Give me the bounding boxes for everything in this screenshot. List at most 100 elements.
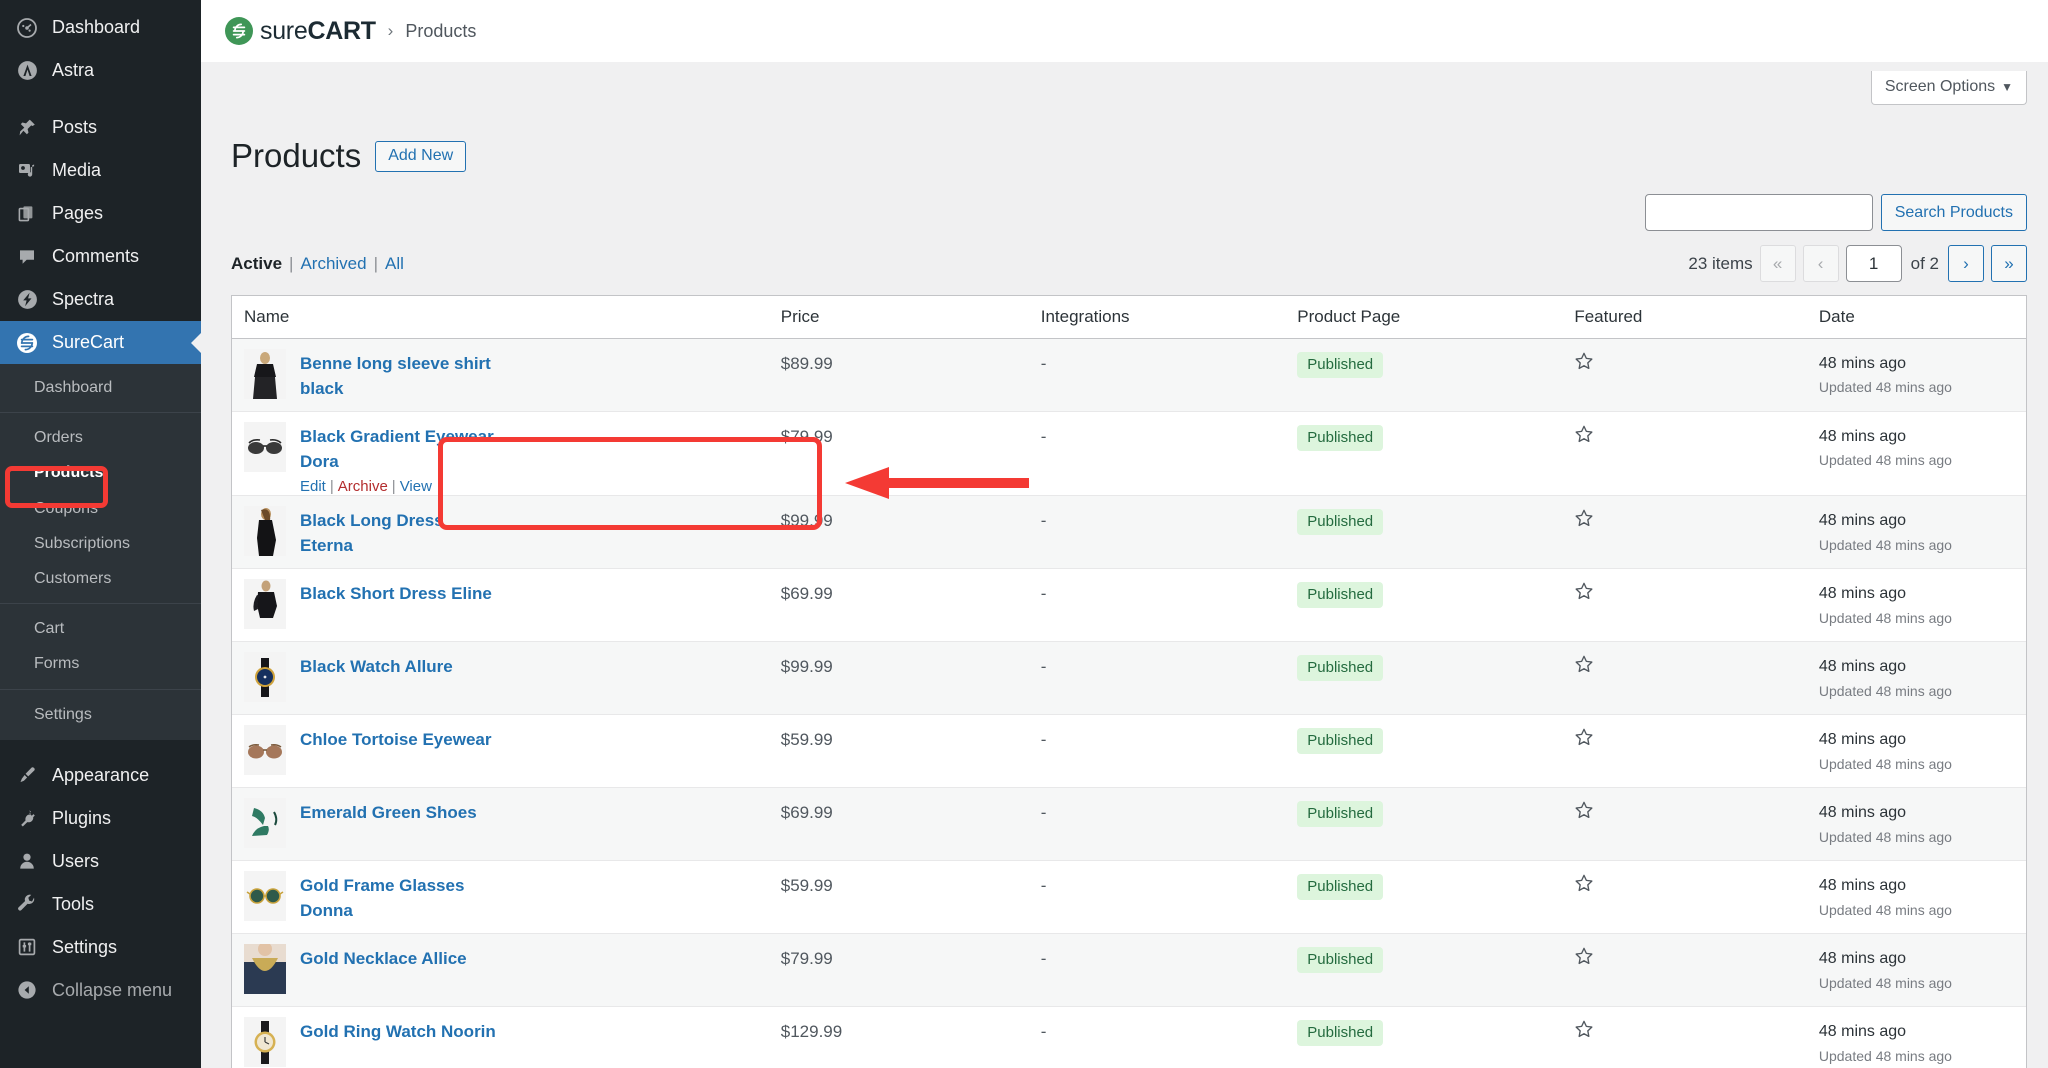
row-action-edit[interactable]: Edit bbox=[300, 478, 326, 495]
product-date: 48 mins ago bbox=[1819, 583, 2016, 605]
sidebar-item-comments[interactable]: Comments bbox=[0, 235, 201, 278]
star-outline-icon[interactable] bbox=[1574, 946, 1799, 966]
submenu-item-dashboard[interactable]: Dashboard bbox=[0, 370, 201, 405]
sidebar-item-plugins[interactable]: Plugins bbox=[0, 797, 201, 840]
table-row[interactable]: Black Long Dress Eterna$99.99-Published4… bbox=[232, 496, 2026, 569]
column-header-date[interactable]: Date bbox=[1809, 307, 2026, 327]
sidebar-item-label: Dashboard bbox=[52, 17, 140, 38]
surecart-wordmark: sureCART bbox=[260, 17, 376, 46]
sidebar-item-appearance[interactable]: Appearance bbox=[0, 754, 201, 797]
column-header-price[interactable]: Price bbox=[771, 307, 1031, 327]
star-outline-icon[interactable] bbox=[1574, 1019, 1799, 1039]
status-badge: Published bbox=[1297, 947, 1383, 973]
sidebar-item-tools[interactable]: Tools bbox=[0, 883, 201, 926]
product-thumbnail bbox=[244, 798, 286, 848]
filter-archived[interactable]: Archived bbox=[300, 254, 366, 273]
table-row[interactable]: Chloe Tortoise Eyewear$59.99-Published48… bbox=[232, 715, 2026, 788]
submenu-item-settings[interactable]: Settings bbox=[0, 697, 201, 732]
sidebar-item-spectra[interactable]: Spectra bbox=[0, 278, 201, 321]
star-outline-icon[interactable] bbox=[1574, 654, 1799, 674]
table-row[interactable]: Gold Frame Glasses Donna$59.99-Published… bbox=[232, 861, 2026, 934]
submenu-item-cart[interactable]: Cart bbox=[0, 611, 201, 646]
star-outline-icon[interactable] bbox=[1574, 727, 1799, 747]
star-outline-icon[interactable] bbox=[1574, 351, 1799, 371]
cell-integrations: - bbox=[1031, 934, 1288, 969]
cell-product-page: Published bbox=[1287, 934, 1564, 973]
add-new-button[interactable]: Add New bbox=[375, 141, 466, 172]
table-row[interactable]: Emerald Green Shoes$69.99-Published48 mi… bbox=[232, 788, 2026, 861]
sidebar-item-media[interactable]: Media bbox=[0, 149, 201, 192]
product-name-link[interactable]: Gold Ring Watch Noorin bbox=[300, 1020, 496, 1045]
table-row[interactable]: Black Gradient Eyewear DoraEdit|Archive|… bbox=[232, 412, 2026, 496]
cell-product-page: Published bbox=[1287, 339, 1564, 378]
product-name-link[interactable]: Black Short Dress Eline bbox=[300, 582, 492, 607]
sidebar-item-collapse-menu[interactable]: Collapse menu bbox=[0, 969, 201, 1012]
sidebar-item-astra[interactable]: Astra bbox=[0, 49, 201, 92]
product-price: $69.99 bbox=[781, 569, 1021, 604]
product-name-link[interactable]: Benne long sleeve shirt black bbox=[300, 352, 500, 401]
product-name-link[interactable]: Black Gradient Eyewear Dora bbox=[300, 425, 500, 474]
table-row[interactable]: Black Watch Allure$99.99-Published48 min… bbox=[232, 642, 2026, 715]
product-date: 48 mins ago bbox=[1819, 353, 2016, 375]
star-outline-icon[interactable] bbox=[1574, 873, 1799, 893]
status-badge: Published bbox=[1297, 874, 1383, 900]
pagination-next-button[interactable]: › bbox=[1948, 245, 1984, 282]
pagination-first-button[interactable]: « bbox=[1760, 245, 1796, 282]
cell-name: Gold Ring Watch Noorin bbox=[232, 1007, 771, 1067]
cell-price: $99.99 bbox=[771, 496, 1031, 531]
submenu-divider bbox=[0, 412, 201, 413]
star-outline-icon[interactable] bbox=[1574, 508, 1799, 528]
product-price: $99.99 bbox=[781, 642, 1021, 677]
star-outline-icon[interactable] bbox=[1574, 424, 1799, 444]
sidebar-item-label: Comments bbox=[52, 246, 139, 267]
cell-product-page: Published bbox=[1287, 412, 1564, 451]
sidebar-item-pages[interactable]: Pages bbox=[0, 192, 201, 235]
cell-price: $79.99 bbox=[771, 412, 1031, 447]
sidebar-item-label: Spectra bbox=[52, 289, 114, 310]
star-outline-icon[interactable] bbox=[1574, 581, 1799, 601]
product-integrations: - bbox=[1041, 339, 1278, 374]
sidebar-item-users[interactable]: Users bbox=[0, 840, 201, 883]
submenu-item-customers[interactable]: Customers bbox=[0, 561, 201, 596]
search-input[interactable] bbox=[1645, 194, 1873, 231]
submenu-item-subscriptions[interactable]: Subscriptions bbox=[0, 526, 201, 561]
product-thumbnail bbox=[244, 349, 286, 399]
product-name-link[interactable]: Gold Necklace Allice bbox=[300, 947, 467, 972]
table-row[interactable]: Black Short Dress Eline$69.99-Published4… bbox=[232, 569, 2026, 642]
row-action-view[interactable]: View bbox=[400, 478, 432, 495]
filter-all[interactable]: All bbox=[385, 254, 404, 273]
submenu-item-coupons[interactable]: Coupons bbox=[0, 491, 201, 526]
product-name-link[interactable]: Black Long Dress Eterna bbox=[300, 509, 500, 558]
pagination-prev-button[interactable]: ‹ bbox=[1803, 245, 1839, 282]
submenu-item-products[interactable]: Products bbox=[0, 455, 201, 490]
sidebar-item-surecart[interactable]: SureCart bbox=[0, 321, 201, 364]
sidebar-item-dashboard[interactable]: Dashboard bbox=[0, 6, 201, 49]
submenu-item-forms[interactable]: Forms bbox=[0, 646, 201, 681]
product-date-updated: Updated 48 mins ago bbox=[1819, 683, 2016, 699]
product-name-link[interactable]: Chloe Tortoise Eyewear bbox=[300, 728, 491, 753]
product-name-link[interactable]: Emerald Green Shoes bbox=[300, 801, 477, 826]
product-thumbnail bbox=[244, 579, 286, 629]
table-row[interactable]: Benne long sleeve shirt black$89.99-Publ… bbox=[232, 339, 2026, 412]
sidebar-item-posts[interactable]: Posts bbox=[0, 106, 201, 149]
star-outline-icon[interactable] bbox=[1574, 800, 1799, 820]
breadcrumb-products[interactable]: Products bbox=[405, 21, 476, 42]
search-products-button[interactable]: Search Products bbox=[1881, 194, 2027, 231]
product-name-link[interactable]: Black Watch Allure bbox=[300, 655, 453, 680]
wordmark-cart: CART bbox=[307, 17, 375, 45]
product-date: 48 mins ago bbox=[1819, 948, 2016, 970]
column-header-name[interactable]: Name bbox=[232, 307, 771, 327]
row-action-archive[interactable]: Archive bbox=[338, 478, 388, 495]
product-date-updated: Updated 48 mins ago bbox=[1819, 537, 2016, 553]
filter-active[interactable]: Active bbox=[231, 254, 282, 273]
pages-icon bbox=[14, 201, 40, 227]
submenu-item-orders[interactable]: Orders bbox=[0, 420, 201, 455]
sidebar-item-settings[interactable]: Settings bbox=[0, 926, 201, 969]
table-row[interactable]: Gold Necklace Allice$79.99-Published48 m… bbox=[232, 934, 2026, 1007]
cell-date: 48 mins agoUpdated 48 mins ago bbox=[1809, 569, 2026, 625]
table-row[interactable]: Gold Ring Watch Noorin$129.99-Published4… bbox=[232, 1007, 2026, 1068]
pagination-current-page-input[interactable] bbox=[1846, 245, 1902, 282]
pagination-last-button[interactable]: » bbox=[1991, 245, 2027, 282]
product-name-link[interactable]: Gold Frame Glasses Donna bbox=[300, 874, 500, 923]
screen-options-toggle[interactable]: Screen Options▼ bbox=[1871, 71, 2027, 105]
